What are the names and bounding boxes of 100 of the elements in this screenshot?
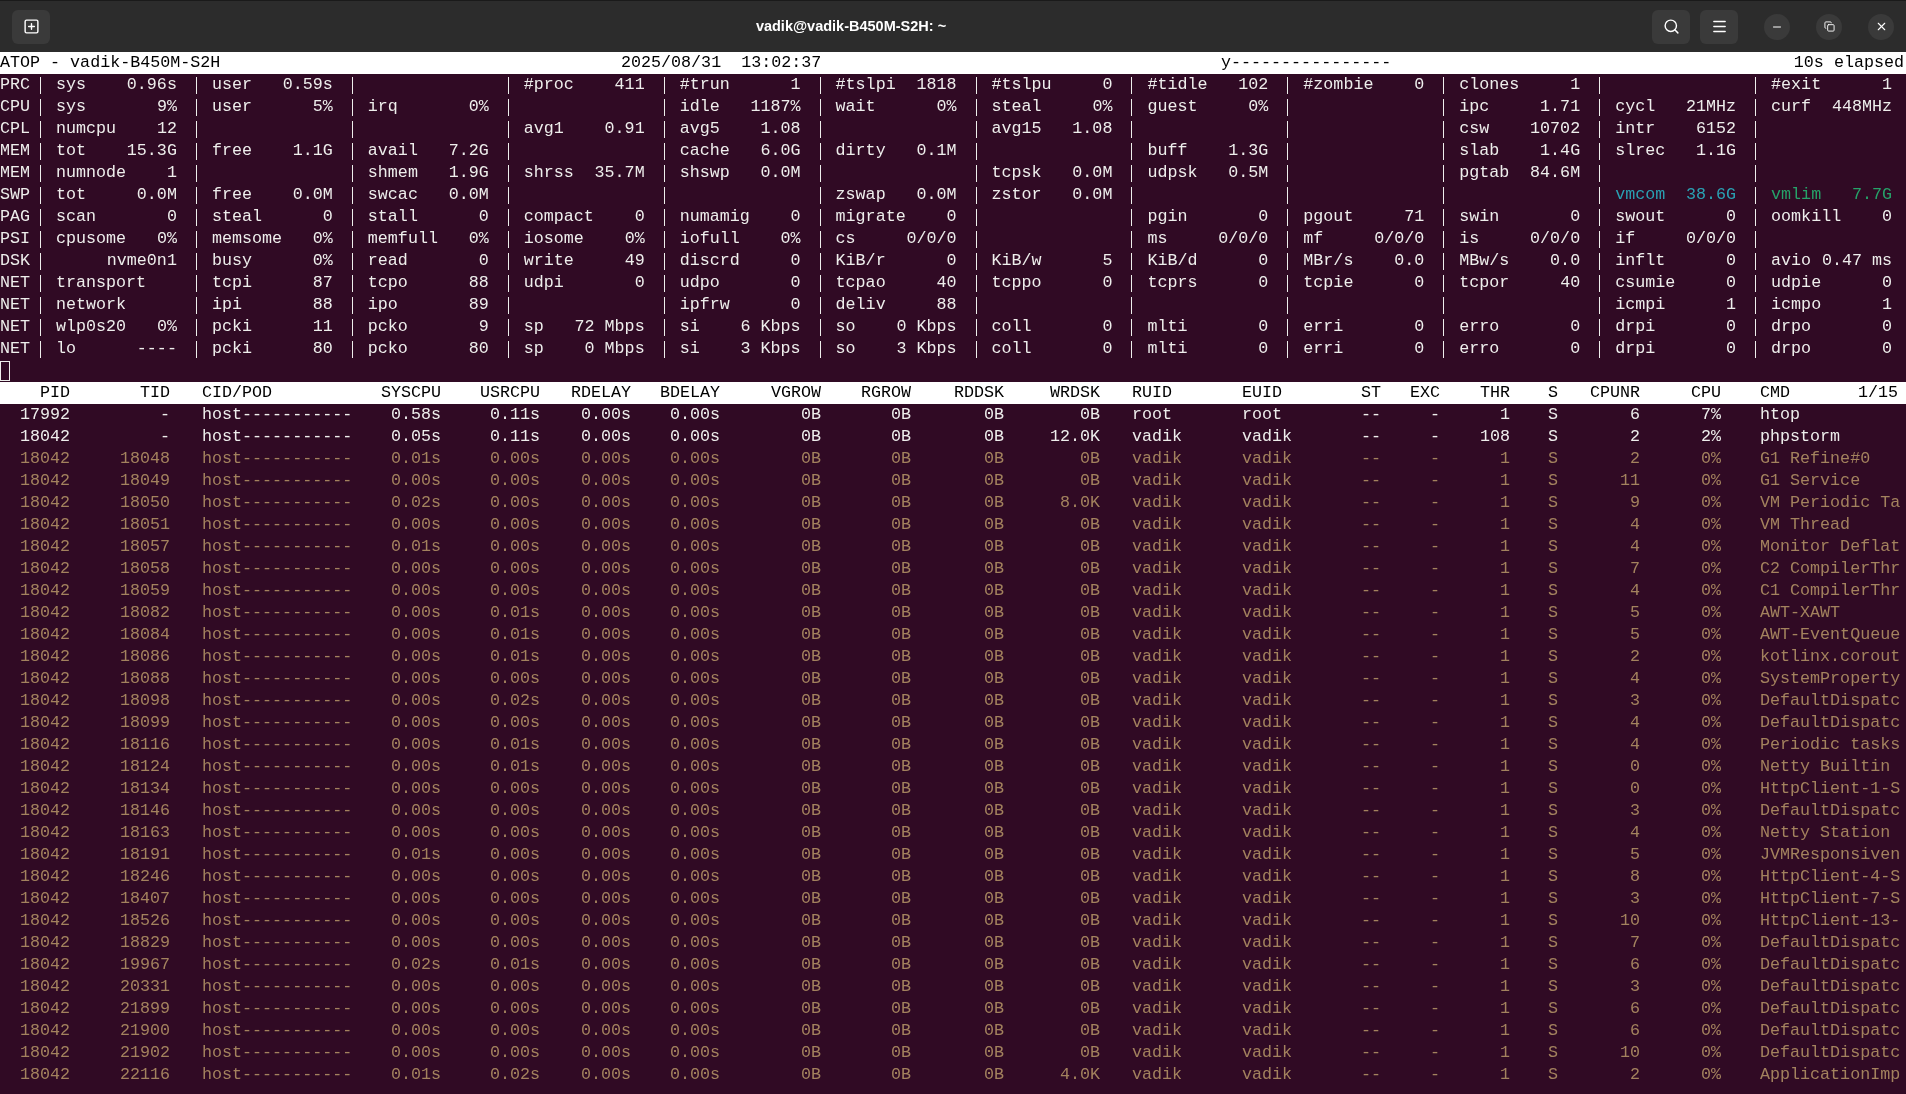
table-cell-text: 0.00s — [668, 800, 720, 822]
table-cell-text: S — [1547, 690, 1558, 712]
column-divider — [351, 340, 353, 358]
table-cell-text: 0B — [799, 910, 821, 932]
table-cell-text: host----------- — [201, 602, 354, 624]
table-cell-text: 5 — [1629, 624, 1640, 646]
metric-value: 80 — [468, 338, 489, 360]
table-cell-text: 0 — [1629, 778, 1640, 800]
column-divider — [1755, 230, 1757, 248]
table-cell-text: 0B — [799, 866, 821, 888]
table-cell-text: - — [1429, 404, 1440, 426]
table-cell-text: 1 — [1499, 492, 1510, 514]
table-cell-text: 0B — [889, 734, 911, 756]
column-header: RDDSK — [952, 382, 1004, 404]
table-cell-text: 4 — [1629, 580, 1640, 602]
table-cell-text: 0B — [982, 910, 1004, 932]
table-cell-text: 0B — [1078, 712, 1100, 734]
metric-label: lo — [56, 338, 77, 360]
metric-label: zstor — [991, 184, 1042, 206]
column-divider — [1287, 164, 1289, 182]
table-cell-text: S — [1547, 624, 1558, 646]
metric-label: coll — [991, 316, 1032, 338]
column-divider — [1599, 120, 1601, 138]
table-cell-text: host----------- — [201, 514, 354, 536]
table-cell-text: 6 — [1629, 954, 1640, 976]
close-button[interactable] — [1868, 13, 1894, 40]
table-cell-text: S — [1547, 580, 1558, 602]
menu-button[interactable] — [1700, 9, 1738, 44]
search-button[interactable] — [1652, 9, 1690, 44]
column-divider — [1443, 230, 1445, 248]
table-cell-text: 0.00s — [668, 822, 720, 844]
column-divider — [40, 296, 41, 314]
metric-value: 0 — [1882, 272, 1892, 294]
table-cell-text: 18042 — [18, 536, 70, 558]
column-divider — [1131, 142, 1133, 160]
metric-label: ipc — [1459, 96, 1490, 118]
column-divider — [1443, 208, 1445, 226]
row-label: NET — [0, 316, 32, 338]
table-cell-text: - — [1429, 1020, 1440, 1042]
table-cell-text: 2 — [1629, 646, 1640, 668]
table-cell-text: 0.00s — [668, 536, 720, 558]
column-divider — [507, 340, 509, 358]
table-cell-text: host----------- — [201, 734, 354, 756]
table-cell-text: host----------- — [201, 844, 354, 866]
table-cell-text: 0.00s — [579, 514, 631, 536]
table-cell-text: 0B — [889, 404, 911, 426]
minimize-button[interactable] — [1764, 13, 1790, 40]
column-divider — [351, 120, 353, 138]
table-cell-text: 18042 — [18, 646, 70, 668]
metric-label: avg15 — [991, 118, 1042, 140]
column-divider — [1287, 252, 1289, 270]
table-cell-text: S — [1547, 888, 1558, 910]
table-cell-text: 4 — [1629, 734, 1640, 756]
metric-value: 0 — [790, 206, 801, 228]
metric-value: 1.3G — [1228, 140, 1269, 162]
table-cell-text: -- — [1359, 822, 1381, 844]
metric-label: ms — [1147, 228, 1168, 250]
table-cell-text: DefaultDispatc — [1759, 690, 1902, 712]
column-divider — [195, 142, 197, 160]
table-cell-text: 0B — [799, 558, 821, 580]
metric-value: nvme0n1 — [106, 250, 177, 272]
new-tab-button[interactable] — [12, 9, 50, 44]
table-cell-text: 0.00s — [389, 602, 441, 624]
table-cell-text: 0B — [982, 470, 1004, 492]
table-cell-text: 2 — [1629, 1064, 1640, 1086]
table-cell-text: 0.00s — [389, 778, 441, 800]
table-cell-text: -- — [1359, 580, 1381, 602]
table-cell-text: S — [1547, 492, 1558, 514]
metric-value: 1.9G — [448, 162, 489, 184]
table-cell-text: 0.00s — [389, 514, 441, 536]
column-divider — [40, 252, 41, 270]
column-divider — [1287, 186, 1289, 204]
row-label: SWP — [0, 184, 32, 206]
table-cell-text: 0.00s — [389, 734, 441, 756]
table-cell-text: 0B — [889, 1020, 911, 1042]
table-cell-text: 1 — [1499, 558, 1510, 580]
table-cell-text: host----------- — [201, 558, 354, 580]
column-divider — [1287, 98, 1289, 116]
metric-value: 448MHz — [1831, 96, 1892, 118]
table-cell-text: 0B — [799, 888, 821, 910]
table-cell-text: 0.00s — [389, 998, 441, 1020]
table-cell-text: 0B — [889, 514, 911, 536]
column-header: RUID — [1131, 382, 1174, 404]
metric-value: 0.0M — [448, 184, 489, 206]
metric-value: 0.0M — [136, 184, 177, 206]
table-cell-text: vadik — [1241, 1020, 1294, 1042]
table-cell-text: 2% — [1699, 426, 1721, 448]
table-cell-text: 0B — [889, 646, 911, 668]
table-cell-text: 18407 — [118, 888, 170, 910]
table-cell-text: S — [1547, 998, 1558, 1020]
column-divider — [1755, 76, 1757, 94]
table-cell-text: 8 — [1629, 866, 1640, 888]
table-cell-text: 18082 — [118, 602, 170, 624]
metric-label: transport — [56, 272, 147, 294]
table-cell-text: 0.00s — [389, 580, 441, 602]
restore-button[interactable] — [1816, 13, 1842, 40]
table-cell-text: 0B — [982, 756, 1004, 778]
column-divider — [1599, 230, 1601, 248]
metric-label: idle — [679, 96, 720, 118]
metric-value: 0.0 — [1394, 250, 1425, 272]
